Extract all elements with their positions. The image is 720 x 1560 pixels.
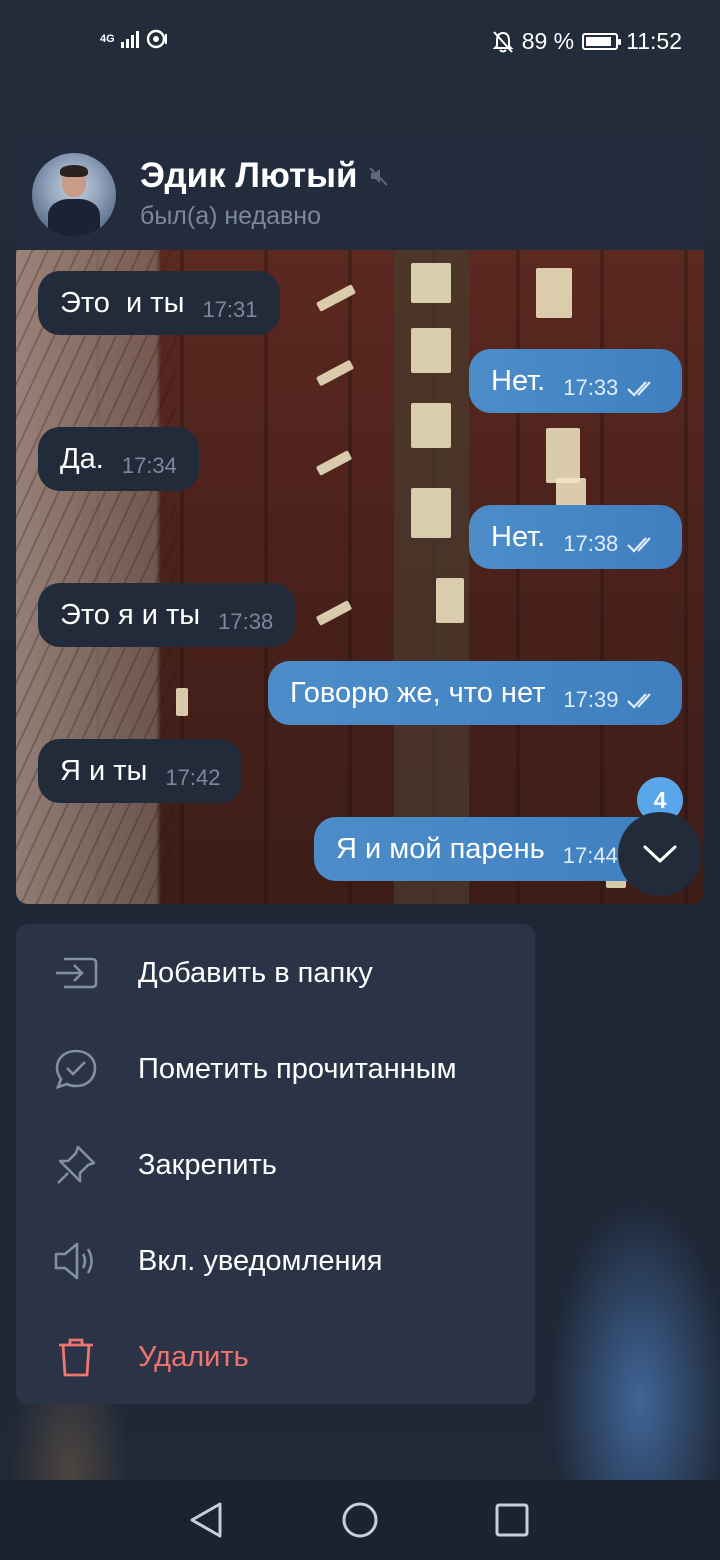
mark-read-icon: [52, 1045, 100, 1093]
read-checkmarks-icon: [627, 537, 652, 553]
clock: 11:52: [626, 28, 682, 54]
message-text: Нет.: [491, 364, 546, 397]
wallpaper-window: [546, 428, 580, 483]
incoming-message[interactable]: Это и ты 17:31: [38, 271, 280, 335]
chevron-down-icon: [643, 845, 677, 863]
trash-icon: [52, 1333, 100, 1381]
wallpaper-window: [536, 268, 572, 318]
pin-icon: [52, 1141, 100, 1189]
message-time: 17:38: [563, 531, 619, 556]
menu-item-label: Добавить в папку: [138, 956, 373, 989]
message-time: 17:44: [562, 843, 618, 868]
home-button[interactable]: [338, 1498, 382, 1542]
back-triangle-icon: [190, 1502, 222, 1538]
menu-item-mark-read[interactable]: Пометить прочитанным: [16, 1021, 535, 1117]
message-time: 17:33: [563, 375, 619, 400]
home-circle-icon: [342, 1502, 378, 1538]
message-text: Нет.: [491, 520, 546, 553]
speaker-icon: [52, 1237, 100, 1285]
context-menu: Добавить в папку Пометить прочитанным За…: [16, 924, 535, 1404]
message-text: Это и ты: [60, 286, 185, 319]
incoming-message[interactable]: Да. 17:34: [38, 427, 199, 491]
incoming-message[interactable]: Это я и ты 17:38: [38, 583, 296, 647]
message-time: 17:31: [202, 297, 258, 322]
recents-square-icon: [495, 1503, 529, 1537]
message-text: Я и ты: [60, 754, 148, 787]
incoming-message[interactable]: Я и ты 17:42: [38, 739, 243, 803]
chat-last-seen: был(а) недавно: [140, 202, 322, 230]
read-checkmarks-icon: [627, 693, 652, 709]
battery-icon: [582, 33, 622, 50]
message-text: Говорю же, что нет: [290, 676, 546, 709]
chat-name: Эдик Лютый: [140, 156, 358, 195]
chat-header[interactable]: Эдик Лютый был(а) недавно: [16, 138, 704, 250]
wallpaper-window: [436, 578, 464, 623]
message-text: Это я и ты: [60, 598, 201, 631]
message-time: 17:39: [563, 687, 619, 712]
message-time: 17:34: [121, 453, 177, 478]
wallpaper-trees: [16, 250, 176, 904]
system-navigation-bar: [0, 1480, 720, 1560]
menu-item-add-to-folder[interactable]: Добавить в папку: [16, 925, 535, 1021]
menu-item-label: Вкл. уведомления: [138, 1244, 383, 1277]
wallpaper-window: [176, 688, 188, 716]
menu-item-unmute[interactable]: Вкл. уведомления: [16, 1213, 535, 1309]
message-text: Да.: [60, 442, 104, 475]
hotspot-icon: [146, 29, 167, 49]
read-checkmarks-icon: [627, 381, 652, 397]
menu-item-label: Пометить прочитанным: [138, 1052, 457, 1085]
signal-icon: [120, 30, 139, 48]
chat-preview-card[interactable]: Эдик Лютый был(а) недавно Это и ты 17:31 Н…: [16, 138, 704, 904]
outgoing-message[interactable]: Нет. 17:38: [469, 505, 683, 569]
menu-item-pin[interactable]: Закрепить: [16, 1117, 535, 1213]
menu-item-label: Удалить: [138, 1340, 249, 1373]
message-text: Я и мой парень: [336, 832, 545, 865]
wallpaper-window: [411, 488, 451, 538]
avatar[interactable]: [32, 153, 116, 237]
outgoing-message[interactable]: Нет. 17:33: [469, 349, 683, 413]
wallpaper-window: [411, 263, 451, 303]
folder-add-icon: [52, 949, 100, 997]
outgoing-message[interactable]: Говорю же, что нет 17:39: [268, 661, 683, 725]
menu-item-delete[interactable]: Удалить: [16, 1309, 535, 1405]
status-left: 4G: [100, 28, 169, 50]
battery-fill: [586, 37, 612, 46]
wallpaper-window: [411, 328, 451, 373]
network-type-label: 4G: [100, 33, 115, 45]
recents-button[interactable]: [490, 1498, 534, 1542]
chat-title-row: Эдик Лютый: [140, 156, 390, 196]
message-time: 17:42: [165, 765, 221, 790]
wallpaper-window: [411, 403, 451, 448]
status-bar: 4G 89 % 11:52: [0, 0, 720, 84]
message-time: 17:38: [218, 609, 274, 634]
bell-off-icon: [492, 30, 514, 53]
status-right: 89 % 11:52: [492, 28, 682, 55]
menu-item-label: Закрепить: [138, 1148, 277, 1181]
back-button[interactable]: [184, 1498, 228, 1542]
muted-icon: [368, 167, 388, 186]
scroll-down-button[interactable]: [618, 812, 702, 896]
battery-percent: 89 %: [521, 28, 575, 54]
